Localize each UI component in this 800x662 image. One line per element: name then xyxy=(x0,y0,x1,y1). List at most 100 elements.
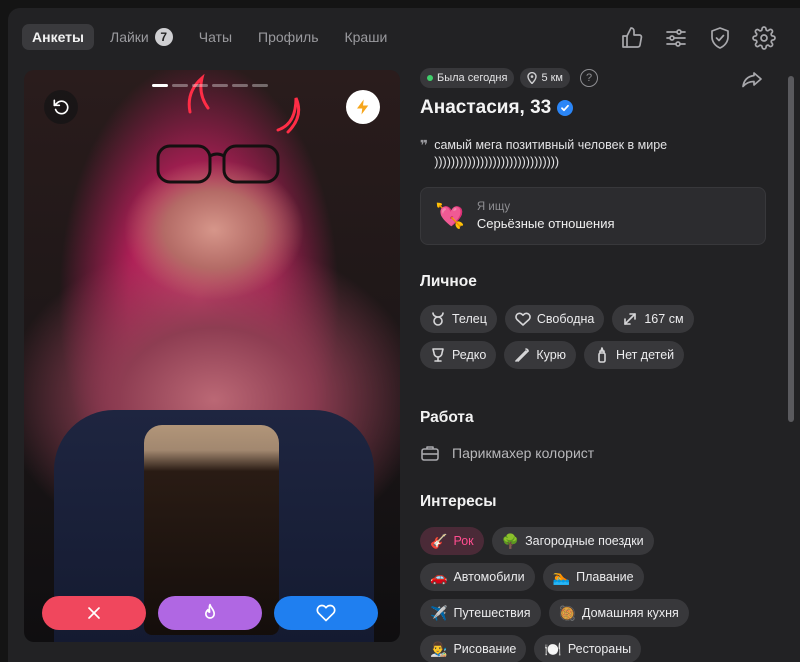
undo-icon[interactable] xyxy=(44,90,78,124)
tab-label: Лайки xyxy=(110,29,149,45)
last-seen-text: Была сегодня xyxy=(437,72,508,84)
photo-eyeglasses xyxy=(156,144,280,184)
taurus-icon xyxy=(432,312,444,326)
tag-label: Рисование xyxy=(453,642,517,656)
briefcase-icon xyxy=(421,446,439,461)
photo-devil-horn-left xyxy=(187,74,210,114)
tab-label: Чаты xyxy=(198,29,233,45)
photo-pager-dot[interactable] xyxy=(152,84,168,87)
top-nav: Анкеты Лайки 7 Чаты Профиль Краши xyxy=(22,24,403,50)
distance-text: 5 км xyxy=(541,72,563,84)
photo-pager-dot[interactable] xyxy=(212,84,228,87)
fire-icon xyxy=(205,603,215,619)
tag-height: 167 см xyxy=(612,305,694,333)
photo-pager xyxy=(152,84,268,87)
online-dot xyxy=(427,75,433,81)
tag-label: Автомобили xyxy=(453,570,525,584)
bio: ❞ самый мега позитивный человек в мире )… xyxy=(420,137,770,171)
interest-home-cooking: 🥘 Домашняя кухня xyxy=(548,599,689,627)
tag-label: Рестораны xyxy=(567,642,632,656)
tab-profiles[interactable]: Анкеты xyxy=(22,24,94,50)
height-icon xyxy=(624,313,637,325)
looking-for-value: Серьёзные отношения xyxy=(476,216,615,231)
swipe-actions xyxy=(42,596,378,630)
filters-icon[interactable] xyxy=(664,26,688,50)
thumbs-up-icon[interactable] xyxy=(620,26,644,50)
heart-icon xyxy=(316,604,336,622)
tag-label: Редко xyxy=(452,348,487,362)
heart-arrow-icon: 💘 xyxy=(435,202,465,230)
lightning-icon[interactable] xyxy=(346,90,380,124)
dislike-button[interactable] xyxy=(42,596,146,630)
interest-travel: ✈️ Путешествия xyxy=(420,599,541,627)
profile-photo[interactable] xyxy=(24,70,400,642)
distance-chip: 5 км xyxy=(520,68,570,88)
tag-label: Домашняя кухня xyxy=(582,606,679,620)
tab-label: Профиль xyxy=(258,29,319,45)
tag-children: Нет детей xyxy=(584,341,685,369)
cigarette-icon xyxy=(515,348,530,362)
interest-country-trips: 🌳 Загородные поездки xyxy=(491,527,654,555)
share-icon[interactable] xyxy=(740,68,764,92)
tag-label: Путешествия xyxy=(453,606,531,620)
interest-rock: 🎸 Рок xyxy=(420,527,484,555)
work-row: Парикмахер колорист xyxy=(420,443,770,463)
name-row: Анастасия, 33 xyxy=(420,97,770,119)
superlike-button[interactable] xyxy=(158,596,262,630)
quote-icon: ❞ xyxy=(420,137,429,153)
looking-for-label: Я ищу xyxy=(476,201,511,213)
interests-section-title: Интересы xyxy=(420,493,497,510)
tag-label: Рок xyxy=(453,534,474,548)
gear-icon[interactable] xyxy=(752,26,776,50)
airplane-icon: ✈️ xyxy=(430,604,448,621)
close-icon xyxy=(88,607,100,619)
likes-count-badge: 7 xyxy=(154,28,173,46)
shield-check-icon[interactable] xyxy=(708,26,732,50)
tab-label: Анкеты xyxy=(32,29,84,45)
tag-label: Загородные поездки xyxy=(525,534,644,548)
photo-pager-dot[interactable] xyxy=(252,84,268,87)
wine-glass-icon xyxy=(432,348,444,362)
interest-drawing: 👨‍🎨 Рисование xyxy=(420,635,527,662)
location-pin-icon xyxy=(527,72,538,84)
verified-check-icon xyxy=(557,100,574,116)
photo-pager-dot[interactable] xyxy=(192,84,208,87)
scrollbar[interactable] xyxy=(788,76,794,422)
tag-smoking: Курю xyxy=(504,341,577,369)
tag-zodiac: Телец xyxy=(420,305,497,333)
artist-icon: 👨‍🎨 xyxy=(430,640,448,657)
interest-restaurants: 🍽️ Рестораны xyxy=(534,635,642,662)
guitar-icon: 🎸 xyxy=(430,532,448,549)
personal-tags: Телец Свободна 167 см Редко Курю Нет дет… xyxy=(420,305,730,369)
work-section-title: Работа xyxy=(420,409,474,426)
swimmer-icon: 🏊 xyxy=(552,568,571,585)
tag-label: Плавание xyxy=(576,570,634,584)
tag-label: Курю xyxy=(536,348,567,362)
photo-pager-dot[interactable] xyxy=(172,84,188,87)
tab-profile[interactable]: Профиль xyxy=(248,24,328,50)
tab-likes[interactable]: Лайки 7 xyxy=(100,24,183,50)
tab-crushes[interactable]: Краши xyxy=(334,24,397,50)
tag-label: 167 см xyxy=(644,312,684,326)
tag-label: Нет детей xyxy=(616,348,675,362)
profile-info: Была сегодня 5 км ? Анастасия, 33 ❞ самы… xyxy=(420,68,770,662)
status-chips: Была сегодня 5 км ? xyxy=(420,68,770,88)
baby-bottle-icon xyxy=(598,347,606,363)
looking-for-card: 💘 Я ищу Серьёзные отношения xyxy=(420,187,766,245)
help-icon[interactable]: ? xyxy=(580,69,598,87)
tab-chats[interactable]: Чаты xyxy=(189,24,242,50)
interest-tags: 🎸 Рок 🌳 Загородные поездки 🚗 Автомобили 🏊 Пл… xyxy=(420,527,720,662)
photo-pager-dot[interactable] xyxy=(232,84,248,87)
car-icon: 🚗 xyxy=(430,568,448,585)
bio-text: самый мега позитивный человек в мире )))… xyxy=(434,138,668,169)
profile-name: Анастасия, 33 xyxy=(420,97,552,118)
tab-label: Краши xyxy=(344,29,388,45)
like-button[interactable] xyxy=(274,596,378,630)
personal-section-title: Личное xyxy=(420,273,477,290)
top-toolbar xyxy=(620,26,776,50)
tag-label: Свободна xyxy=(536,312,595,326)
tag-label: Телец xyxy=(452,312,487,326)
tag-relationship: Свободна xyxy=(504,305,605,333)
heart-outline-icon xyxy=(515,312,531,326)
online-status: Была сегодня xyxy=(420,68,515,88)
